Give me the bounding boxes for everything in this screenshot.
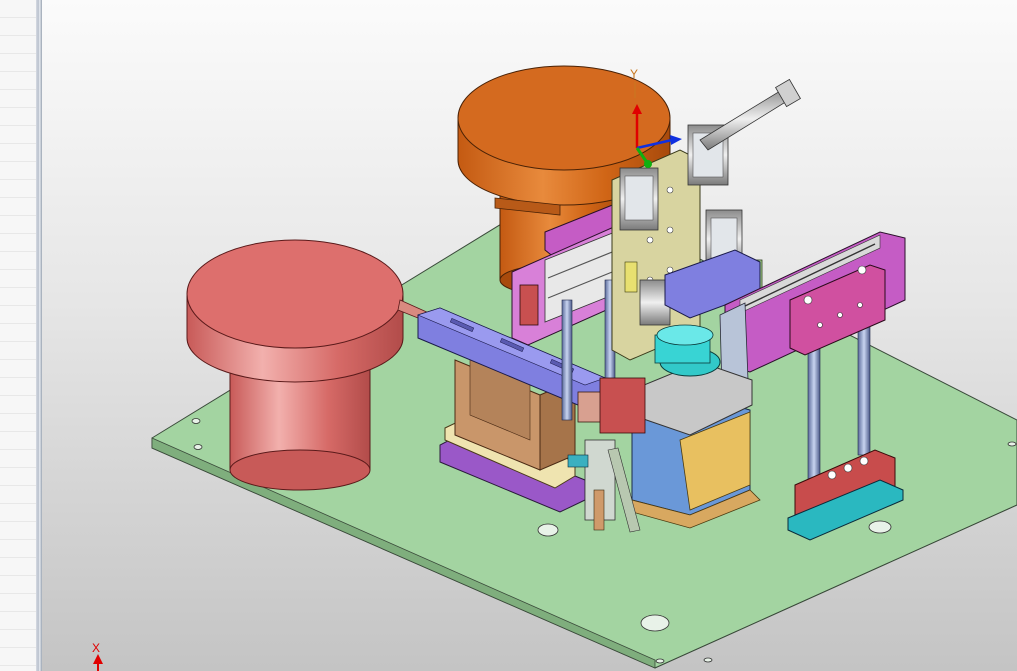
corner-x-label: X xyxy=(92,641,100,655)
feature-tree-panel[interactable] xyxy=(0,0,36,671)
view-orientation-indicator[interactable]: X xyxy=(92,641,103,671)
axis-arrow-icon xyxy=(93,654,103,664)
assembly-model-drawing: Y X xyxy=(92,65,1017,671)
cad-application-window: Y X xyxy=(0,0,1017,671)
triad-y-label: Y xyxy=(630,67,638,81)
3d-model-viewport[interactable]: Y X xyxy=(42,0,1017,671)
